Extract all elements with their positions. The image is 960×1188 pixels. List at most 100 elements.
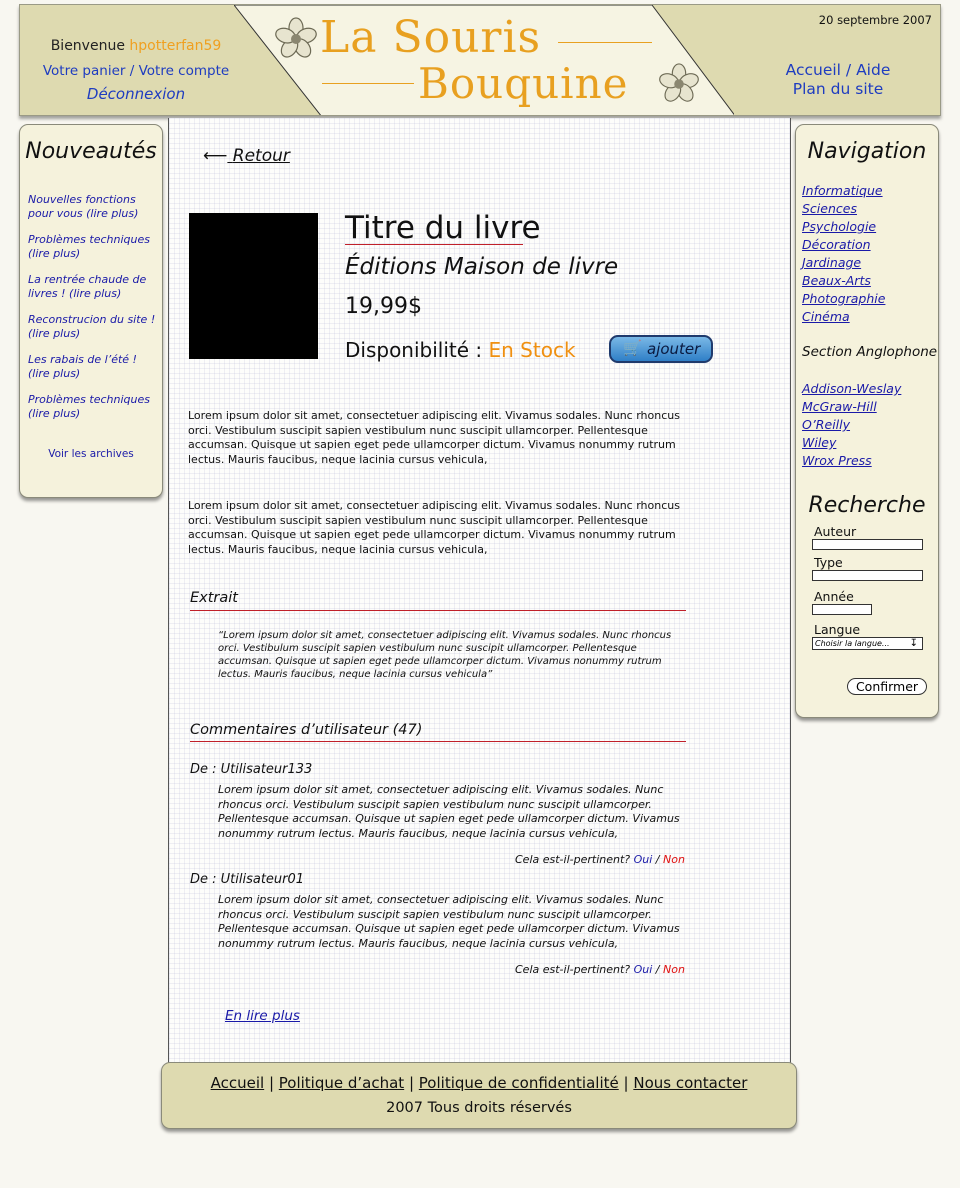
top-help-link[interactable]: Aide (856, 61, 890, 79)
comments-underline (190, 741, 686, 742)
copyright-notice: 2007 Tous droits réservés (386, 1100, 572, 1116)
sitemap-link[interactable]: Plan du site (756, 80, 920, 99)
publisher-link[interactable]: McGraw-Hill (802, 399, 877, 414)
news-item[interactable]: Nouvelles fonctions pour vous (lire plus… (28, 193, 158, 221)
welcome-label: Bienvenue (50, 38, 125, 54)
type-label: Type (814, 555, 843, 570)
helpful-vote: Cela est-il-pertinent? Oui / Non (515, 853, 685, 866)
book-title: Titre du livre (345, 210, 541, 246)
book-description: Lorem ipsum dolor sit amet, consectetuer… (188, 499, 680, 556)
logo-line-2[interactable]: Bouquine (418, 59, 628, 109)
publisher-link[interactable]: Wrox Press (802, 453, 872, 468)
link-separator: / (129, 63, 139, 79)
publisher-link[interactable]: Addison-Weslay (802, 381, 901, 396)
footer-separator: | (623, 1074, 634, 1092)
publisher-link[interactable]: Wiley (802, 435, 836, 450)
read-more-link[interactable]: En lire plus (225, 1008, 300, 1024)
navigation-panel: Navigation Informatique Sciences Psychol… (795, 124, 939, 718)
helpful-question: Cela est-il-pertinent? (515, 853, 631, 866)
purchase-policy-link[interactable]: Politique d’achat (279, 1074, 404, 1092)
footer-home-link[interactable]: Accueil (211, 1074, 265, 1092)
category-link[interactable]: Jardinage (802, 255, 861, 270)
news-item[interactable]: La rentrée chaude de livres ! (lire plus… (28, 273, 158, 301)
back-label: Retour (232, 146, 290, 166)
site-footer: Accueil | Politique d’achat | Politique … (161, 1062, 797, 1129)
news-item[interactable]: Reconstrucion du site ! (lire plus) (28, 313, 158, 341)
top-home-link[interactable]: Accueil (786, 61, 841, 79)
availability-status: En Stock (488, 338, 576, 362)
comment-text: Lorem ipsum dolor sit amet, consectetuer… (218, 783, 680, 840)
navigation-title: Navigation (807, 139, 927, 164)
back-link[interactable]: ⟵ Retour (203, 146, 290, 166)
category-link[interactable]: Informatique (802, 183, 883, 198)
news-item[interactable]: Problèmes techniques (lire plus) (28, 393, 158, 421)
flower-ornament-icon (659, 63, 699, 102)
add-to-cart-button[interactable]: 🛒 ajouter (609, 335, 713, 363)
news-item[interactable]: Problèmes techniques (lire plus) (28, 233, 158, 261)
archives-link[interactable]: Voir les archives (20, 448, 162, 460)
helpful-vote: Cela est-il-pertinent? Oui / Non (515, 963, 685, 976)
logo-rule-1 (558, 42, 652, 43)
logo-rule-2 (322, 83, 414, 84)
language-select[interactable]: Choisir la langue... ↧ (812, 637, 923, 650)
confirm-button[interactable]: Confirmer (847, 678, 927, 695)
excerpt-text: “Lorem ipsum dolor sit amet, consectetue… (218, 630, 672, 680)
down-arrow-icon: ↧ (909, 638, 918, 649)
category-link[interactable]: Décoration (802, 237, 871, 252)
footer-links: Accueil | Politique d’achat | Politique … (162, 1074, 796, 1092)
vote-yes-link[interactable]: Oui (634, 853, 653, 866)
language-label: Langue (814, 622, 861, 637)
footer-separator: | (268, 1074, 279, 1092)
main-content: ⟵ Retour Titre du livre Éditions Maison … (168, 118, 791, 1066)
current-date: 20 septembre 2007 (818, 13, 932, 27)
book-publisher: Éditions Maison de livre (345, 254, 619, 280)
availability-label: Disponibilité : (345, 338, 483, 362)
helpful-question: Cela est-il-pertinent? (515, 963, 631, 976)
category-link[interactable]: Sciences (802, 201, 857, 216)
logout-link[interactable]: Déconnexion (20, 85, 252, 103)
excerpt-heading: Extrait (190, 590, 238, 606)
cart-icon: 🛒 (623, 339, 642, 357)
year-input[interactable] (812, 604, 872, 615)
link-separator: / (845, 61, 857, 79)
username[interactable]: hpotterfan59 (129, 38, 221, 54)
footer-separator: | (408, 1074, 419, 1092)
category-link[interactable]: Photographie (802, 291, 885, 306)
top-nav: Accueil / Aide Plan du site (756, 61, 920, 99)
vote-no-link[interactable]: Non (663, 853, 685, 866)
category-link[interactable]: Cinéma (802, 309, 850, 324)
contact-link[interactable]: Nous contacter (633, 1074, 747, 1092)
book-price: 19,99$ (345, 294, 422, 319)
excerpt-underline (190, 610, 686, 611)
author-input[interactable] (812, 539, 923, 550)
site-header: Bienvenue hpotterfan59 Votre panier / Vo… (19, 4, 941, 116)
vote-separator: / (655, 963, 660, 976)
vote-no-link[interactable]: Non (663, 963, 685, 976)
comment-author: De : Utilisateur01 (190, 872, 305, 887)
comments-heading: Commentaires d’utilisateur (47) (190, 722, 423, 738)
category-link[interactable]: Beaux-Arts (802, 273, 871, 288)
welcome-message: Bienvenue hpotterfan59 (20, 38, 252, 54)
vote-separator: / (655, 853, 660, 866)
cart-link[interactable]: Votre panier (43, 63, 126, 79)
logo-line-1[interactable]: La Souris (320, 13, 541, 63)
vote-yes-link[interactable]: Oui (634, 963, 653, 976)
left-arrow-icon: ⟵ (203, 146, 228, 166)
category-link[interactable]: Psychologie (802, 219, 876, 234)
account-link[interactable]: Votre compte (139, 63, 230, 79)
english-section-label: Section Anglophone (802, 344, 938, 360)
flower-ornament-icon (275, 17, 317, 58)
type-input[interactable] (812, 570, 923, 581)
news-item[interactable]: Les rabais de l’été ! (lire plus) (28, 353, 158, 381)
availability: Disponibilité : En Stock (345, 338, 576, 362)
account-links: Votre panier / Votre compte (20, 63, 252, 79)
book-cover-image (189, 213, 318, 359)
add-to-cart-label: ajouter (647, 340, 701, 358)
news-title: Nouveautés (25, 139, 157, 164)
comment-text: Lorem ipsum dolor sit amet, consectetuer… (218, 893, 680, 950)
search-title: Recherche (808, 493, 926, 518)
publisher-link[interactable]: O’Reilly (802, 417, 850, 432)
language-selected-value: Choisir la langue... (815, 639, 890, 648)
title-underline (345, 244, 523, 245)
privacy-policy-link[interactable]: Politique de confidentialité (419, 1074, 619, 1092)
